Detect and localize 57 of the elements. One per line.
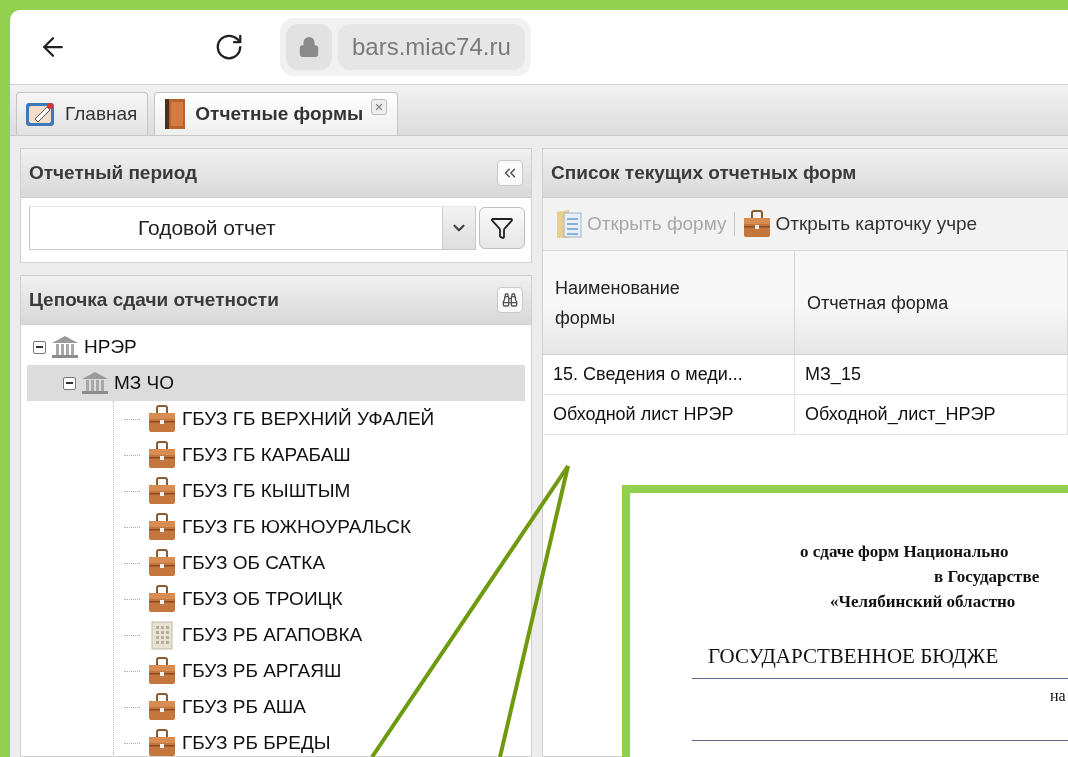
tab[interactable]: Главная <box>16 92 149 135</box>
briefcase-icon <box>148 440 176 470</box>
filter-button[interactable] <box>479 207 525 249</box>
filter-icon <box>490 216 514 240</box>
briefcase-icon <box>148 404 176 434</box>
reload-icon <box>214 32 244 62</box>
tree-item[interactable]: ГБУЗ ГБ ЮЖНОУРАЛЬСК <box>114 509 525 545</box>
panel-title: Список текущих отчетных форм <box>551 162 857 184</box>
column-header[interactable]: Наименование формы <box>543 251 795 355</box>
tree-item[interactable]: ГБУЗ ГБ КЫШТЫМ <box>114 473 525 509</box>
edit-picture-icon <box>25 100 57 128</box>
collapse-icon[interactable] <box>33 340 46 354</box>
institution-icon <box>80 370 110 396</box>
document-text: на <box>1049 686 1066 706</box>
folder-icon <box>555 208 583 240</box>
table-cell: 15. Сведения о меди... <box>543 355 795 395</box>
tree-item[interactable]: ГБУЗ РБ АША <box>114 689 525 725</box>
document-text: «Челябинский областно <box>829 591 1016 613</box>
document-text: ГОСУДАРСТВЕННОЕ БЮДЖЕ <box>707 643 999 670</box>
tab[interactable]: Отчетные формы <box>154 92 399 135</box>
document-text: о сдаче форм Национально <box>799 541 1009 563</box>
tree-item[interactable]: ГБУЗ РБ АГАПОВКА <box>114 617 525 653</box>
briefcase-icon <box>148 692 176 722</box>
tree-item[interactable]: ГБУЗ ОБ САТКА <box>114 545 525 581</box>
period-select[interactable]: Годовой отчет <box>29 206 476 250</box>
briefcase-icon <box>148 728 176 756</box>
briefcase-icon <box>148 476 176 506</box>
reload-button[interactable] <box>214 32 244 62</box>
close-icon[interactable] <box>371 99 388 115</box>
collapse-button[interactable] <box>497 160 523 186</box>
tree-item[interactable]: НРЭР <box>27 329 525 365</box>
briefcase-icon <box>148 656 176 686</box>
lock-icon <box>286 24 332 70</box>
tree-item[interactable]: МЗ ЧО <box>27 365 525 401</box>
tree-item[interactable]: ГБУЗ РБ АРГАЯШ <box>114 653 525 689</box>
briefcase-icon <box>148 584 176 614</box>
binoculars-icon <box>502 292 518 308</box>
search-button[interactable] <box>497 287 523 313</box>
institution-icon <box>50 334 80 360</box>
panel-title: Цепочка сдачи отчетности <box>29 289 279 311</box>
column-header[interactable]: Отчетная форма <box>795 251 1068 355</box>
building-icon <box>148 620 176 650</box>
table-cell: МЗ_15 <box>795 355 1068 395</box>
collapse-icon[interactable] <box>63 376 76 390</box>
briefcase-icon <box>148 548 176 578</box>
tree-item[interactable]: ГБУЗ ГБ ВЕРХНИЙ УФАЛЕЙ <box>114 401 525 437</box>
table-cell: Обходной лист НРЭР <box>543 395 795 435</box>
panel-title: Отчетный период <box>29 162 198 184</box>
tree-item[interactable]: ГБУЗ ОБ ТРОИЦК <box>114 581 525 617</box>
table-cell: Обходной_лист_НРЭР <box>795 395 1068 435</box>
toolbar-button[interactable]: Открыть карточку учре <box>743 209 978 239</box>
document-text: в Государстве <box>933 566 1040 588</box>
tree-item[interactable]: ГБУЗ РБ БРЕДЫ <box>114 725 525 756</box>
briefcase-icon <box>148 512 176 542</box>
tree-item[interactable]: ГБУЗ ГБ КАРАБАШ <box>114 437 525 473</box>
book-icon <box>163 98 188 130</box>
briefcase-icon <box>743 209 772 239</box>
